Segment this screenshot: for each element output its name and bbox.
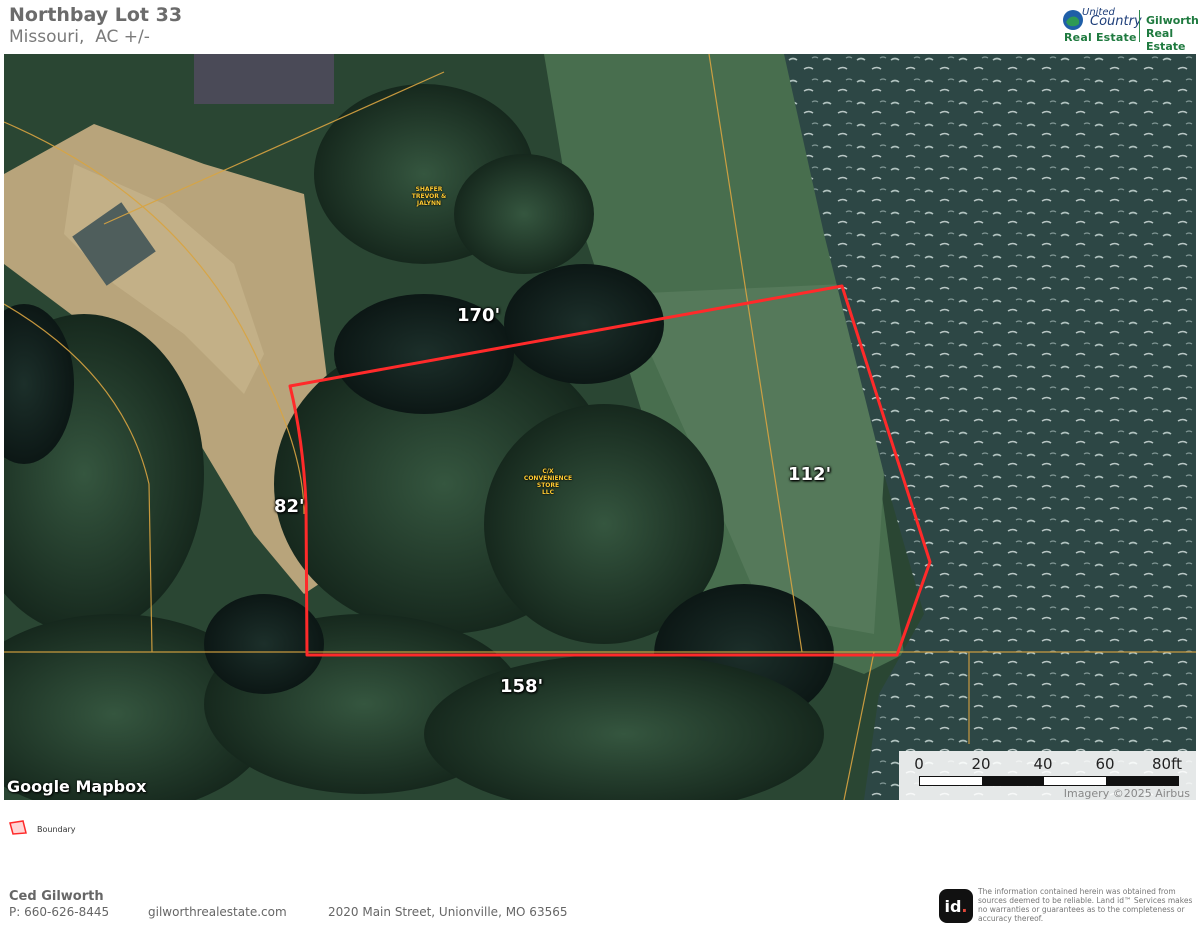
scale-label: 20 xyxy=(971,755,991,773)
boundary-legend-icon xyxy=(9,820,27,835)
office-address: 2020 Main Street, Unionville, MO 63565 xyxy=(328,905,568,919)
dimension-top-label: 170' xyxy=(457,305,501,326)
scale-ruler xyxy=(919,776,1179,786)
legend-boundary-label: Boundary xyxy=(37,825,76,834)
scale-label: 0 xyxy=(914,755,924,773)
page-title: Northbay Lot 33 xyxy=(9,4,183,26)
logo-divider xyxy=(1139,10,1140,42)
owner-label-north: SHAFER TREVOR & JALYNN xyxy=(411,186,447,207)
scale-label: 80ft xyxy=(1152,755,1182,773)
globe-icon xyxy=(1063,10,1083,30)
dimension-bottom-label: 158' xyxy=(500,676,544,697)
scale-label: 60 xyxy=(1095,755,1115,773)
brokerage-logo: United Country Real Estate Gilworth Real… xyxy=(1062,6,1199,53)
scale-label: 40 xyxy=(1033,755,1053,773)
agent-name: Ced Gilworth xyxy=(9,889,104,904)
disclaimer: The information contained herein was obt… xyxy=(978,887,1193,923)
land-id-logo-icon: id. xyxy=(939,889,973,923)
imagery-credit: Imagery ©2025 Airbus xyxy=(1063,787,1190,800)
aerial-map[interactable]: 170' 82' 112' 158' SHAFER TREVOR & JALYN… xyxy=(4,54,1196,800)
logo-gilworth-re-text: Real Estate xyxy=(1146,27,1186,53)
property-boundary xyxy=(288,284,932,657)
header: Northbay Lot 33 Missouri, AC +/- United … xyxy=(0,0,1200,53)
footer: Ced Gilworth P: 660-626-8445 gilworthrea… xyxy=(0,880,1200,928)
scale-labels: 0 20 40 60 80ft xyxy=(899,755,1196,773)
logo-gilworth-text: Gilworth xyxy=(1146,14,1199,27)
logo-real-estate-text: Real Estate xyxy=(1064,31,1137,44)
scale-bar: 0 20 40 60 80ft Imagery ©2025 Airbus xyxy=(899,751,1196,800)
page-subtitle: Missouri, AC +/- xyxy=(9,27,150,47)
owner-label-subject: C/X CONVENIENCE STORE LLC xyxy=(523,468,573,496)
logo-country-text: Country xyxy=(1090,14,1142,29)
dimension-right-label: 112' xyxy=(788,464,832,485)
agent-phone: P: 660-626-8445 xyxy=(9,905,110,919)
dimension-left-label: 82' xyxy=(274,496,305,517)
map-credit: Google Mapbox xyxy=(7,777,147,796)
website-link[interactable]: gilworthrealestate.com xyxy=(148,905,287,919)
